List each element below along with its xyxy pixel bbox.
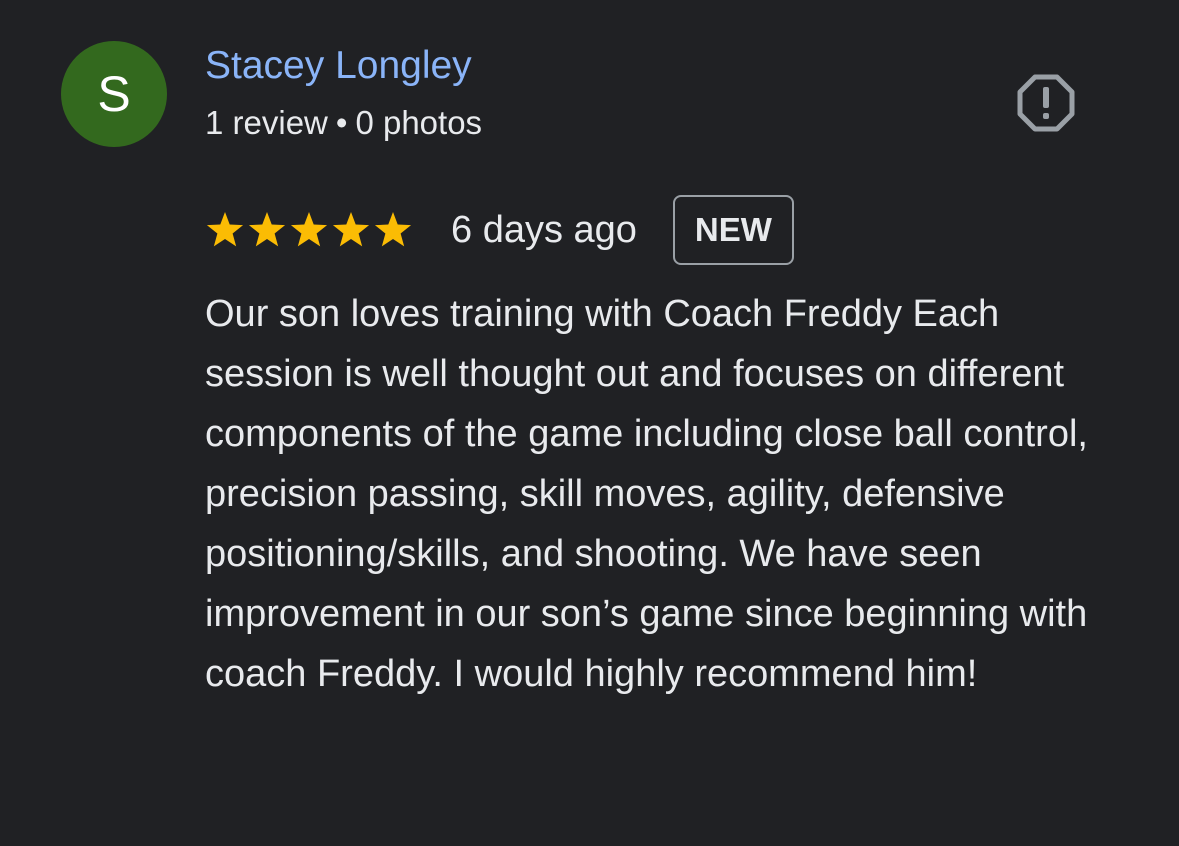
star-icon bbox=[374, 212, 412, 247]
new-badge: NEW bbox=[672, 195, 794, 265]
separator-dot: • bbox=[335, 104, 348, 141]
review-date: 6 days ago bbox=[451, 208, 637, 251]
rating-row: 6 days ago NEW bbox=[205, 192, 794, 268]
author-name[interactable]: Stacey Longley bbox=[205, 44, 472, 88]
report-flag-icon bbox=[1017, 74, 1075, 132]
review-card: S Stacey Longley 1 review • 0 photos 6 day… bbox=[0, 0, 1179, 846]
star-icon bbox=[248, 212, 286, 247]
review-text: Our son loves training with Coach Freddy… bbox=[205, 293, 1088, 695]
photo-count: 0 photos bbox=[355, 104, 483, 141]
star-icon bbox=[332, 212, 370, 247]
review-count: 1 review bbox=[205, 104, 328, 141]
author-meta: 1 review • 0 photos bbox=[205, 104, 482, 142]
report-review-button[interactable] bbox=[1017, 74, 1075, 132]
star-rating bbox=[205, 210, 413, 250]
avatar[interactable]: S bbox=[61, 41, 167, 147]
star-icon bbox=[206, 212, 244, 247]
star-icon bbox=[290, 212, 328, 247]
